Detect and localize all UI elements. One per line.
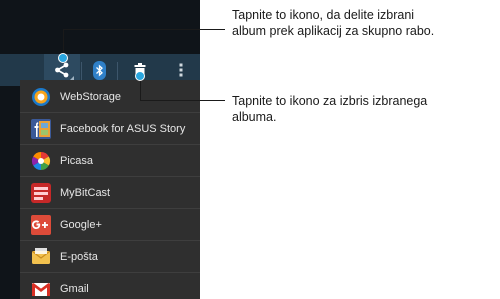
bluetooth-icon <box>92 60 106 80</box>
share-menu: WebStorage Facebook for ASUS Story Picas… <box>20 80 200 299</box>
picasa-icon <box>30 150 52 172</box>
email-icon <box>30 246 52 268</box>
share-item-label: E-pošta <box>60 250 98 263</box>
device-screenshot: WebStorage Facebook for ASUS Story Picas… <box>0 0 200 299</box>
callout-delete-line <box>140 100 225 101</box>
share-item-label: Picasa <box>60 154 94 167</box>
share-item-label: WebStorage <box>60 90 121 103</box>
mybitcast-icon <box>30 182 52 204</box>
share-item-webstorage[interactable]: WebStorage <box>20 81 200 112</box>
callout-share-line1: Tapnite to ikono, da delite izbrani <box>232 8 415 22</box>
callout-share-line2: album prek aplikacij za skupno rabo. <box>232 24 435 38</box>
share-item-label: Gmail <box>60 282 89 295</box>
facebook-asus-story-icon <box>30 118 52 140</box>
overflow-menu-icon <box>179 63 183 77</box>
share-item-label: Google+ <box>60 218 102 231</box>
gmail-icon <box>30 278 52 299</box>
share-item-email[interactable]: E-pošta <box>20 241 200 272</box>
callout-delete-text: Tapnite to ikono za izbris izbranega alb… <box>232 93 427 125</box>
google-plus-icon <box>30 214 52 236</box>
callout-share-line <box>63 29 225 30</box>
callout-delete-line2: albuma. <box>232 110 277 124</box>
share-item-mybitcast[interactable]: MyBitCast <box>20 177 200 208</box>
share-item-label: MyBitCast <box>60 186 111 199</box>
share-item-facebook-asus-story[interactable]: Facebook for ASUS Story <box>20 113 200 144</box>
share-item-google-plus[interactable]: Google+ <box>20 209 200 240</box>
share-item-picasa[interactable]: Picasa <box>20 145 200 176</box>
callout-share-dot <box>58 53 68 63</box>
action-bar-separator <box>117 62 118 80</box>
share-item-gmail[interactable]: Gmail <box>20 273 200 299</box>
callout-delete-line1: Tapnite to ikono za izbris izbranega <box>232 94 428 108</box>
share-item-label: Facebook for ASUS Story <box>60 122 186 135</box>
webstorage-icon <box>30 86 52 108</box>
callout-share-text: Tapnite to ikono, da delite izbrani albu… <box>232 7 434 39</box>
callout-delete-dot <box>135 71 145 81</box>
